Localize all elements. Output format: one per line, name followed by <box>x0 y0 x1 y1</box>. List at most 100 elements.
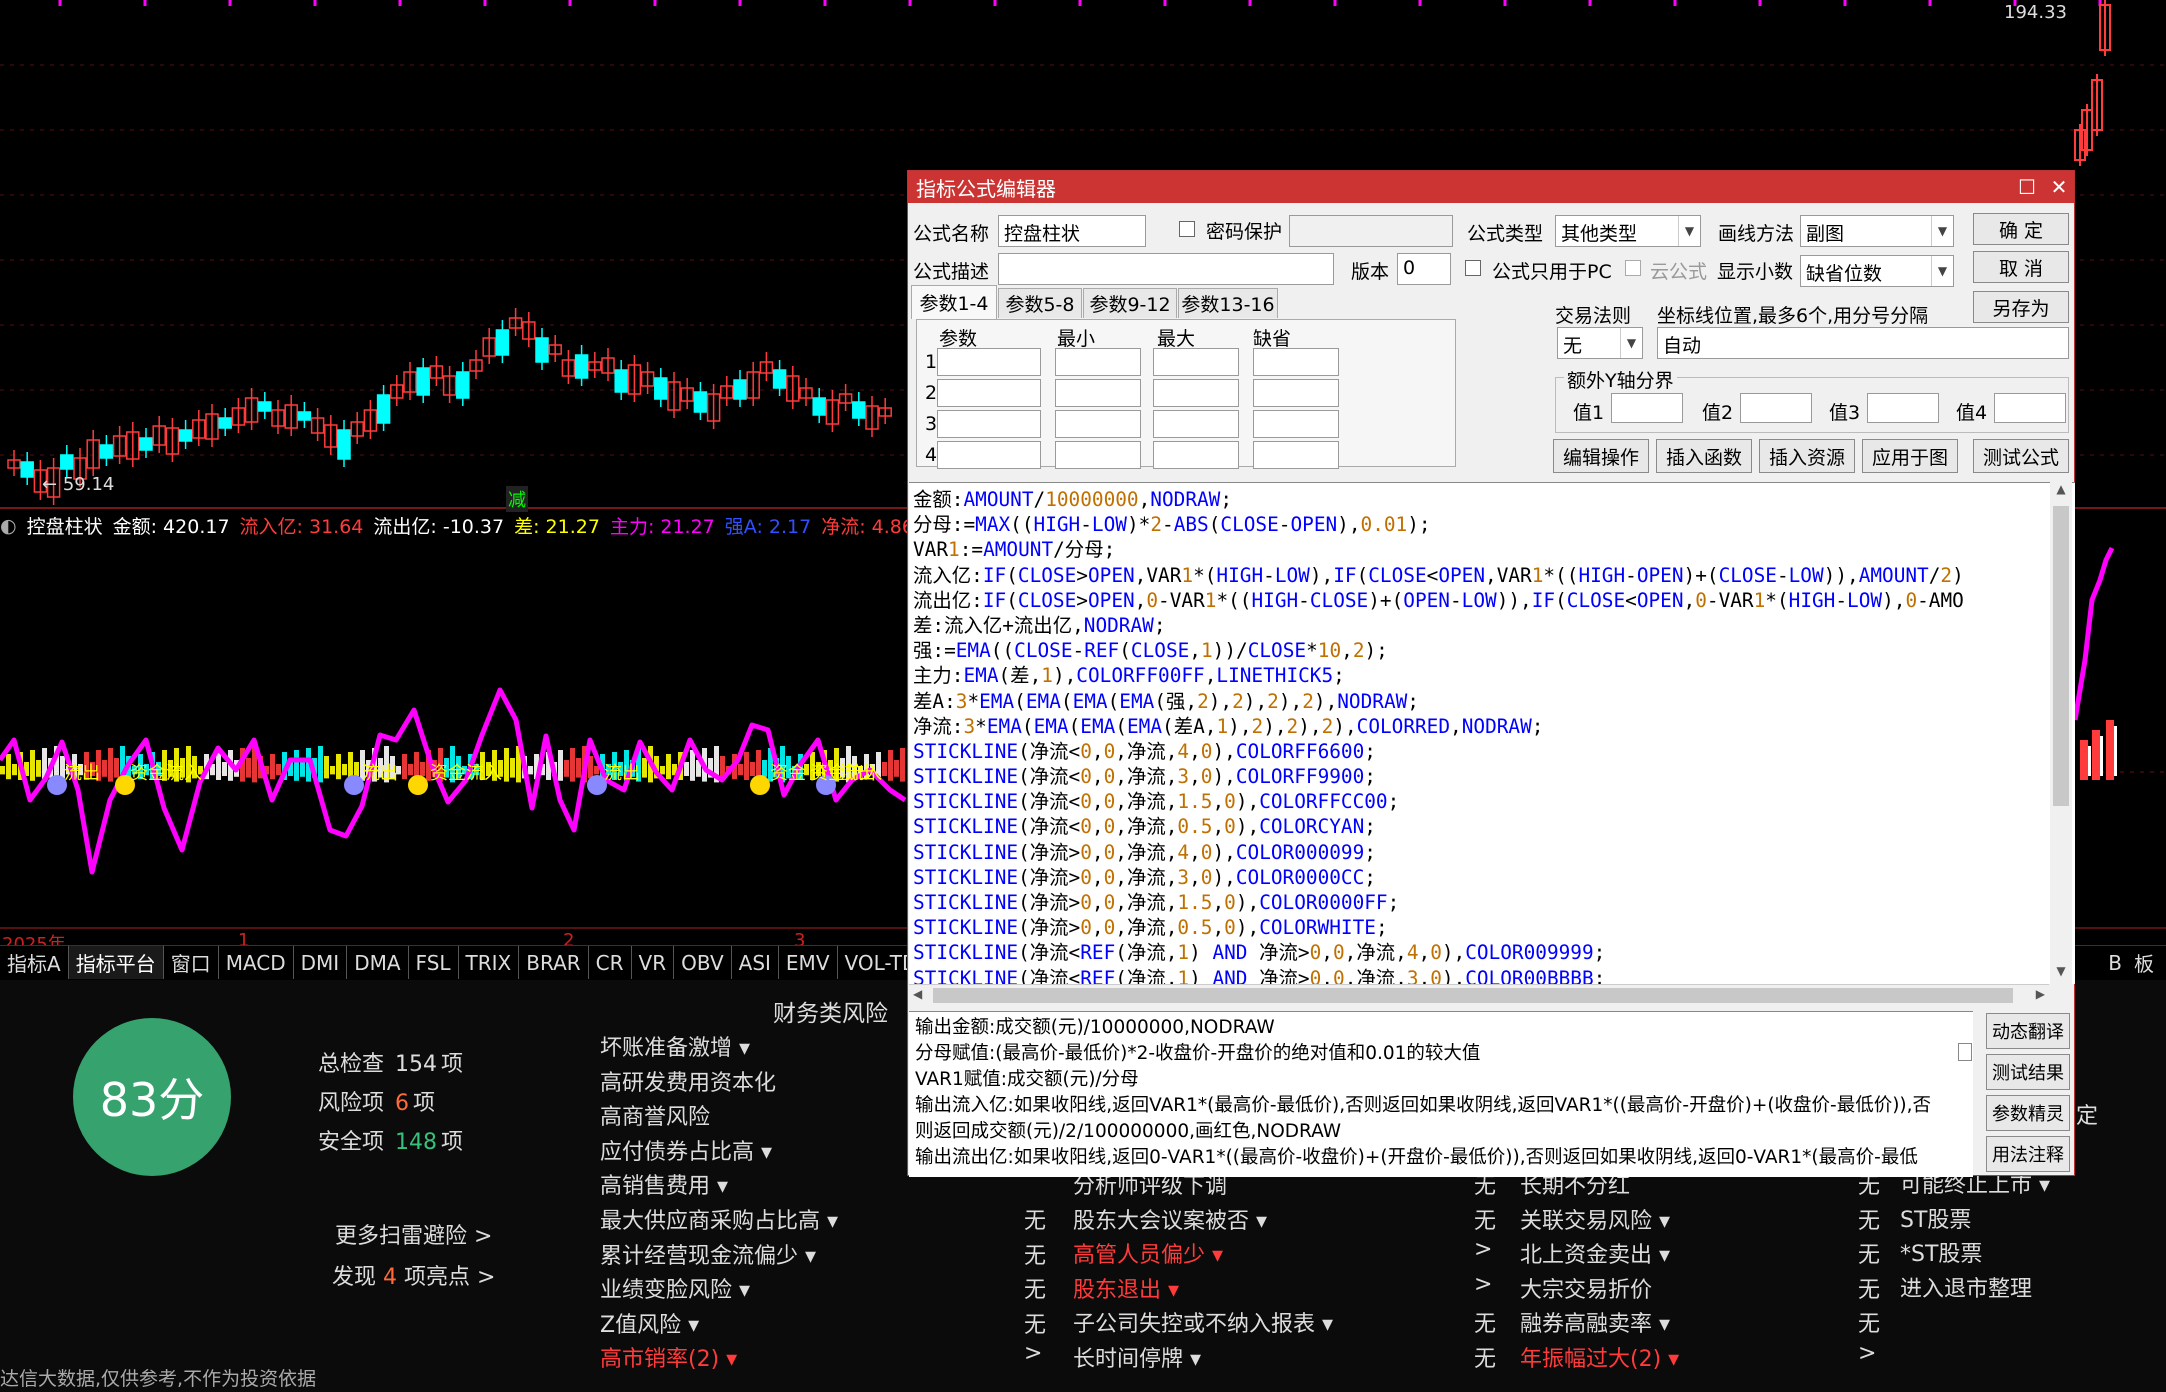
tab-params-9-12[interactable]: 参数9-12 <box>1083 288 1177 318</box>
y-value-input[interactable] <box>1611 393 1683 423</box>
tab-指标a[interactable]: 指标A <box>0 946 69 979</box>
risk-item[interactable]: 应付债券占比高 ▾ <box>600 1134 772 1166</box>
scroll-right-icon[interactable]: ▶ <box>2036 987 2045 1001</box>
code-line[interactable]: STICKLINE(净流<0,0,净流,3,0),COLORFF9900; <box>913 764 2075 789</box>
code-line[interactable]: STICKLINE(净流<REF(净流,1) AND 净流>0,0,净流,3,0… <box>913 966 2075 984</box>
action-button[interactable]: 应用于图 <box>1862 439 1958 473</box>
risk-item[interactable]: 高销售费用 ▾ <box>600 1168 728 1200</box>
param-cell-input[interactable] <box>937 379 1041 407</box>
tab-dmi[interactable]: DMI <box>294 946 348 979</box>
risk-item[interactable]: 大宗交易折价 <box>1520 1272 1652 1304</box>
risk-item[interactable]: 高管人员偏少 ▾ <box>1073 1237 1223 1269</box>
dialog-titlebar[interactable]: 指标公式编辑器 <box>908 171 2074 203</box>
risk-item[interactable]: *ST股票 <box>1900 1236 1982 1268</box>
risk-item[interactable]: 高研发费用资本化 <box>600 1065 776 1097</box>
code-line[interactable]: STICKLINE(净流<0,0,净流,4,0),COLORFF6600; <box>913 739 2075 764</box>
scroll-down-icon[interactable]: ▼ <box>2050 964 2072 984</box>
tab-macd[interactable]: MACD <box>219 946 294 979</box>
risk-item[interactable]: 累计经营现金流偏少 ▾ <box>600 1238 816 1270</box>
param-cell-input[interactable] <box>1253 348 1339 376</box>
risk-item[interactable]: 北上资金卖出 ▾ <box>1520 1237 1670 1269</box>
code-line[interactable]: STICKLINE(净流>0,0,净流,0.5,0),COLORWHITE; <box>913 915 2075 940</box>
risk-item[interactable]: 股东退出 ▾ <box>1073 1272 1179 1304</box>
ok-button[interactable]: 确 定 <box>1973 213 2069 245</box>
risk-item[interactable]: 最大供应商采购占比高 ▾ <box>600 1203 838 1235</box>
code-line[interactable]: 主力:EMA(差,1),COLORFF00FF,LINETHICK5; <box>913 663 2075 688</box>
code-line[interactable]: 强:=EMA((CLOSE-REF(CLOSE,1))/CLOSE*10,2); <box>913 638 2075 663</box>
risk-item[interactable]: 业绩变脸风险 ▾ <box>600 1272 750 1304</box>
scroll-up-icon[interactable]: ▲ <box>2050 482 2072 502</box>
risk-item[interactable]: 年振幅过大(2) ▾ <box>1520 1341 1679 1373</box>
action-button[interactable]: 编辑操作 <box>1553 439 1649 473</box>
code-horizontal-scrollbar[interactable]: ◀ ▶ <box>909 984 2049 1006</box>
tab-params-1-4[interactable]: 参数1-4 <box>911 285 997 319</box>
code-line[interactable]: STICKLINE(净流<REF(净流,1) AND 净流>0,0,净流,4,0… <box>913 940 2075 965</box>
risk-item[interactable]: 长时间停牌 ▾ <box>1073 1341 1201 1373</box>
code-line[interactable]: 分母:=MAX((HIGH-LOW)*2-ABS(CLOSE-OPEN),0.0… <box>913 512 2075 537</box>
tab-trix[interactable]: TRIX <box>459 946 520 979</box>
action-button[interactable]: 插入资源 <box>1759 439 1855 473</box>
risk-item[interactable]: 股东大会议案被否 ▾ <box>1073 1203 1267 1235</box>
param-cell-input[interactable] <box>937 410 1041 438</box>
param-cell-input[interactable] <box>1055 348 1141 376</box>
desc-input[interactable] <box>998 253 1334 285</box>
password-checkbox[interactable] <box>1179 221 1195 237</box>
scroll-thumb[interactable] <box>2053 506 2069 806</box>
tab-emv[interactable]: EMV <box>779 946 838 979</box>
param-cell-input[interactable] <box>937 348 1041 376</box>
tab-brar[interactable]: BRAR <box>519 946 589 979</box>
save-as-button[interactable]: 另存为 <box>1973 291 2069 323</box>
risk-item[interactable]: 融券高融卖率 ▾ <box>1520 1306 1670 1338</box>
indicator-name[interactable]: 控盘柱状 <box>27 512 103 539</box>
side-button[interactable]: 参数精灵 <box>1986 1095 2070 1131</box>
code-line[interactable]: 流出亿:IF(CLOSE>OPEN,0-VAR1*((HIGH-CLOSE)+(… <box>913 588 2075 613</box>
param-cell-input[interactable] <box>1153 348 1239 376</box>
code-vertical-scrollbar[interactable]: ▲ ▼ <box>2050 482 2072 984</box>
indicator-toggle-icon[interactable]: ◐ <box>0 515 17 537</box>
side-button[interactable]: 测试结果 <box>1986 1054 2070 1090</box>
param-cell-input[interactable] <box>1153 379 1239 407</box>
action-button[interactable]: 测试公式 <box>1973 439 2069 473</box>
y-value-input[interactable] <box>1740 393 1812 423</box>
more-scan-link[interactable]: 更多扫雷避险 > <box>335 1218 492 1250</box>
pc-only-checkbox[interactable] <box>1465 260 1481 276</box>
y-value-input[interactable] <box>1867 393 1939 423</box>
risk-item[interactable]: 坏账准备激增 ▾ <box>600 1030 750 1062</box>
risk-item[interactable]: 进入退市整理 <box>1900 1271 2032 1303</box>
code-line[interactable]: 差A:3*EMA(EMA(EMA(EMA(强,2),2),2),2),NODRA… <box>913 689 2075 714</box>
param-cell-input[interactable] <box>1253 410 1339 438</box>
risk-item[interactable]: 子公司失控或不纳入报表 ▾ <box>1073 1306 1333 1338</box>
tab-params-5-8[interactable]: 参数5-8 <box>998 288 1082 318</box>
risk-item[interactable]: 高市销率(2) ▾ <box>600 1341 737 1373</box>
code-line[interactable]: VAR1:=AMOUNT/分母; <box>913 537 2075 562</box>
decimals-select[interactable]: 缺省位数 ▼ <box>1800 255 1954 287</box>
param-cell-input[interactable] <box>937 441 1041 469</box>
code-line[interactable]: STICKLINE(净流>0,0,净流,4,0),COLOR000099; <box>913 840 2075 865</box>
draw-select[interactable]: 副图 ▼ <box>1800 215 1954 247</box>
y-value-input[interactable] <box>1994 393 2066 423</box>
side-button[interactable]: 动态翻译 <box>1986 1013 2070 1049</box>
formula-code-editor[interactable]: 金额:AMOUNT/10000000,NODRAW; 分母:=MAX((HIGH-… <box>909 482 2075 984</box>
risk-item[interactable]: Z值风险 ▾ <box>600 1307 699 1339</box>
cloud-checkbox[interactable] <box>1625 260 1641 276</box>
version-input[interactable]: 0 <box>1397 253 1451 285</box>
h-scroll-thumb[interactable] <box>933 988 2013 1003</box>
code-line[interactable]: STICKLINE(净流>0,0,净流,1.5,0),COLOR0000FF; <box>913 890 2075 915</box>
param-cell-input[interactable] <box>1253 441 1339 469</box>
risk-item[interactable]: 关联交易风险 ▾ <box>1520 1203 1670 1235</box>
param-cell-input[interactable] <box>1055 379 1141 407</box>
param-cell-input[interactable] <box>1153 410 1239 438</box>
tab-指标平台[interactable]: 指标平台 <box>68 946 164 979</box>
tab-params-13-16[interactable]: 参数13-16 <box>1178 288 1278 318</box>
tab-obv[interactable]: OBV <box>674 946 732 979</box>
tab-窗口[interactable]: 窗口 <box>164 946 219 979</box>
action-button[interactable]: 插入函数 <box>1656 439 1752 473</box>
code-line[interactable]: STICKLINE(净流<0,0,净流,1.5,0),COLORFFCC00; <box>913 789 2075 814</box>
code-line[interactable]: 差:流入亿+流出亿,NODRAW; <box>913 613 2075 638</box>
param-cell-input[interactable] <box>1055 441 1141 469</box>
param-cell-input[interactable] <box>1055 410 1141 438</box>
code-line[interactable]: 净流:3*EMA(EMA(EMA(EMA(差A,1),2),2),2),COLO… <box>913 714 2075 739</box>
code-line[interactable]: 流入亿:IF(CLOSE>OPEN,VAR1*(HIGH-LOW),IF(CLO… <box>913 563 2075 588</box>
param-cell-input[interactable] <box>1153 441 1239 469</box>
code-line[interactable]: 金额:AMOUNT/10000000,NODRAW; <box>913 487 2075 512</box>
